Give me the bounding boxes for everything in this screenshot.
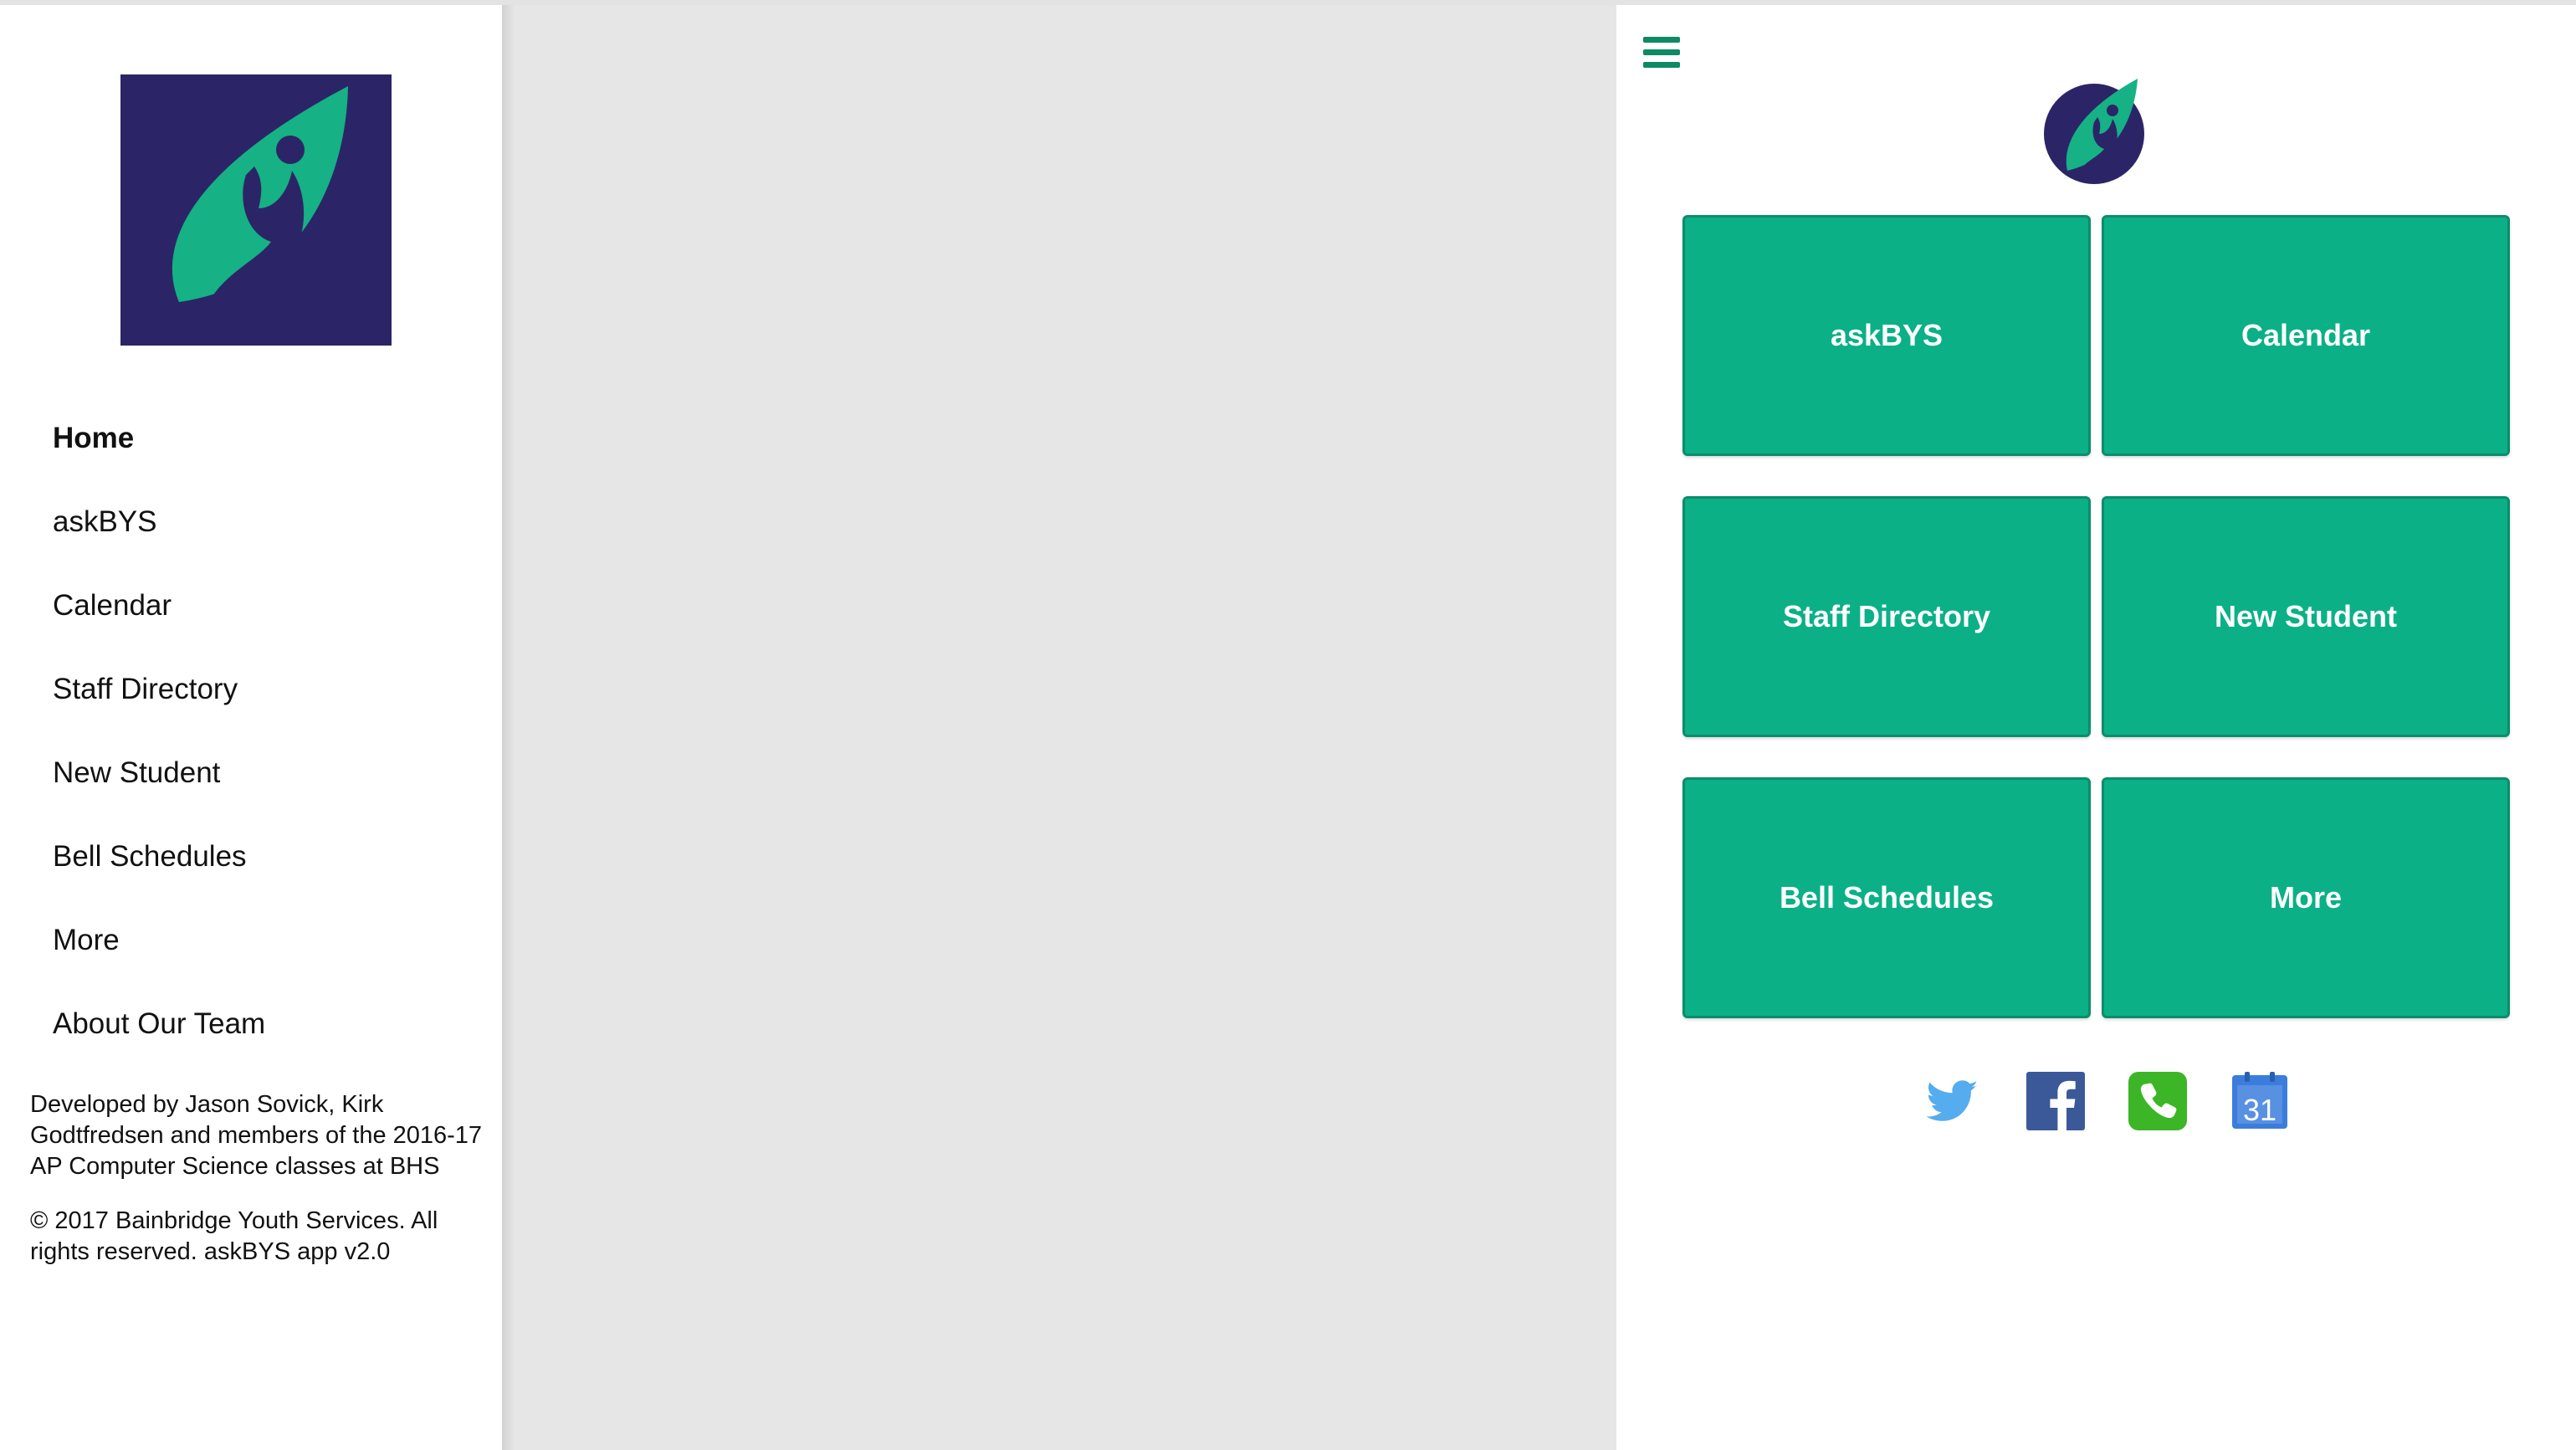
copyright-text: © 2017 Bainbridge Youth Services. All ri… <box>30 1207 438 1265</box>
tile-more[interactable]: More <box>2102 777 2510 1018</box>
tile-new-student[interactable]: New Student <box>2102 496 2510 737</box>
nav-item-new-student[interactable]: New Student <box>53 750 265 833</box>
nav-item-about-our-team[interactable]: About Our Team <box>53 1001 265 1084</box>
nav-item-bell-schedules[interactable]: Bell Schedules <box>53 833 265 917</box>
tile-staff-directory[interactable]: Staff Directory <box>1682 496 2091 737</box>
calendar-icon-text: 31 <box>2243 1093 2276 1127</box>
nav-item-askbys[interactable]: askBYS <box>53 499 265 582</box>
tile-askbys[interactable]: askBYS <box>1682 215 2091 456</box>
drawer-shadow <box>502 5 514 1450</box>
navigation-drawer: Home askBYS Calendar Staff Directory New… <box>0 5 502 1450</box>
google-calendar-icon[interactable]: 31 <box>2230 1072 2289 1130</box>
credits-block: Developed by Jason Sovick, Kirk Godtfred… <box>30 1089 499 1291</box>
nav-item-more[interactable]: More <box>53 917 265 1001</box>
drawer-scrim[interactable] <box>514 5 1616 1450</box>
drawer-nav: Home askBYS Calendar Staff Directory New… <box>53 415 265 1084</box>
bys-round-logo <box>2044 74 2148 186</box>
credits-text: Developed by Jason Sovick, Kirk Godtfred… <box>30 1091 483 1180</box>
twitter-icon[interactable] <box>1924 1072 1983 1130</box>
tile-calendar[interactable]: Calendar <box>2102 215 2510 456</box>
nav-item-home[interactable]: Home <box>53 415 265 499</box>
hamburger-icon[interactable] <box>1643 37 1680 70</box>
facebook-icon[interactable] <box>2026 1072 2085 1130</box>
bys-logo <box>120 74 392 346</box>
nav-item-staff-directory[interactable]: Staff Directory <box>53 666 265 750</box>
nav-item-calendar[interactable]: Calendar <box>53 582 265 666</box>
phone-icon[interactable] <box>2128 1072 2187 1130</box>
tile-bell-schedules[interactable]: Bell Schedules <box>1682 777 2091 1018</box>
